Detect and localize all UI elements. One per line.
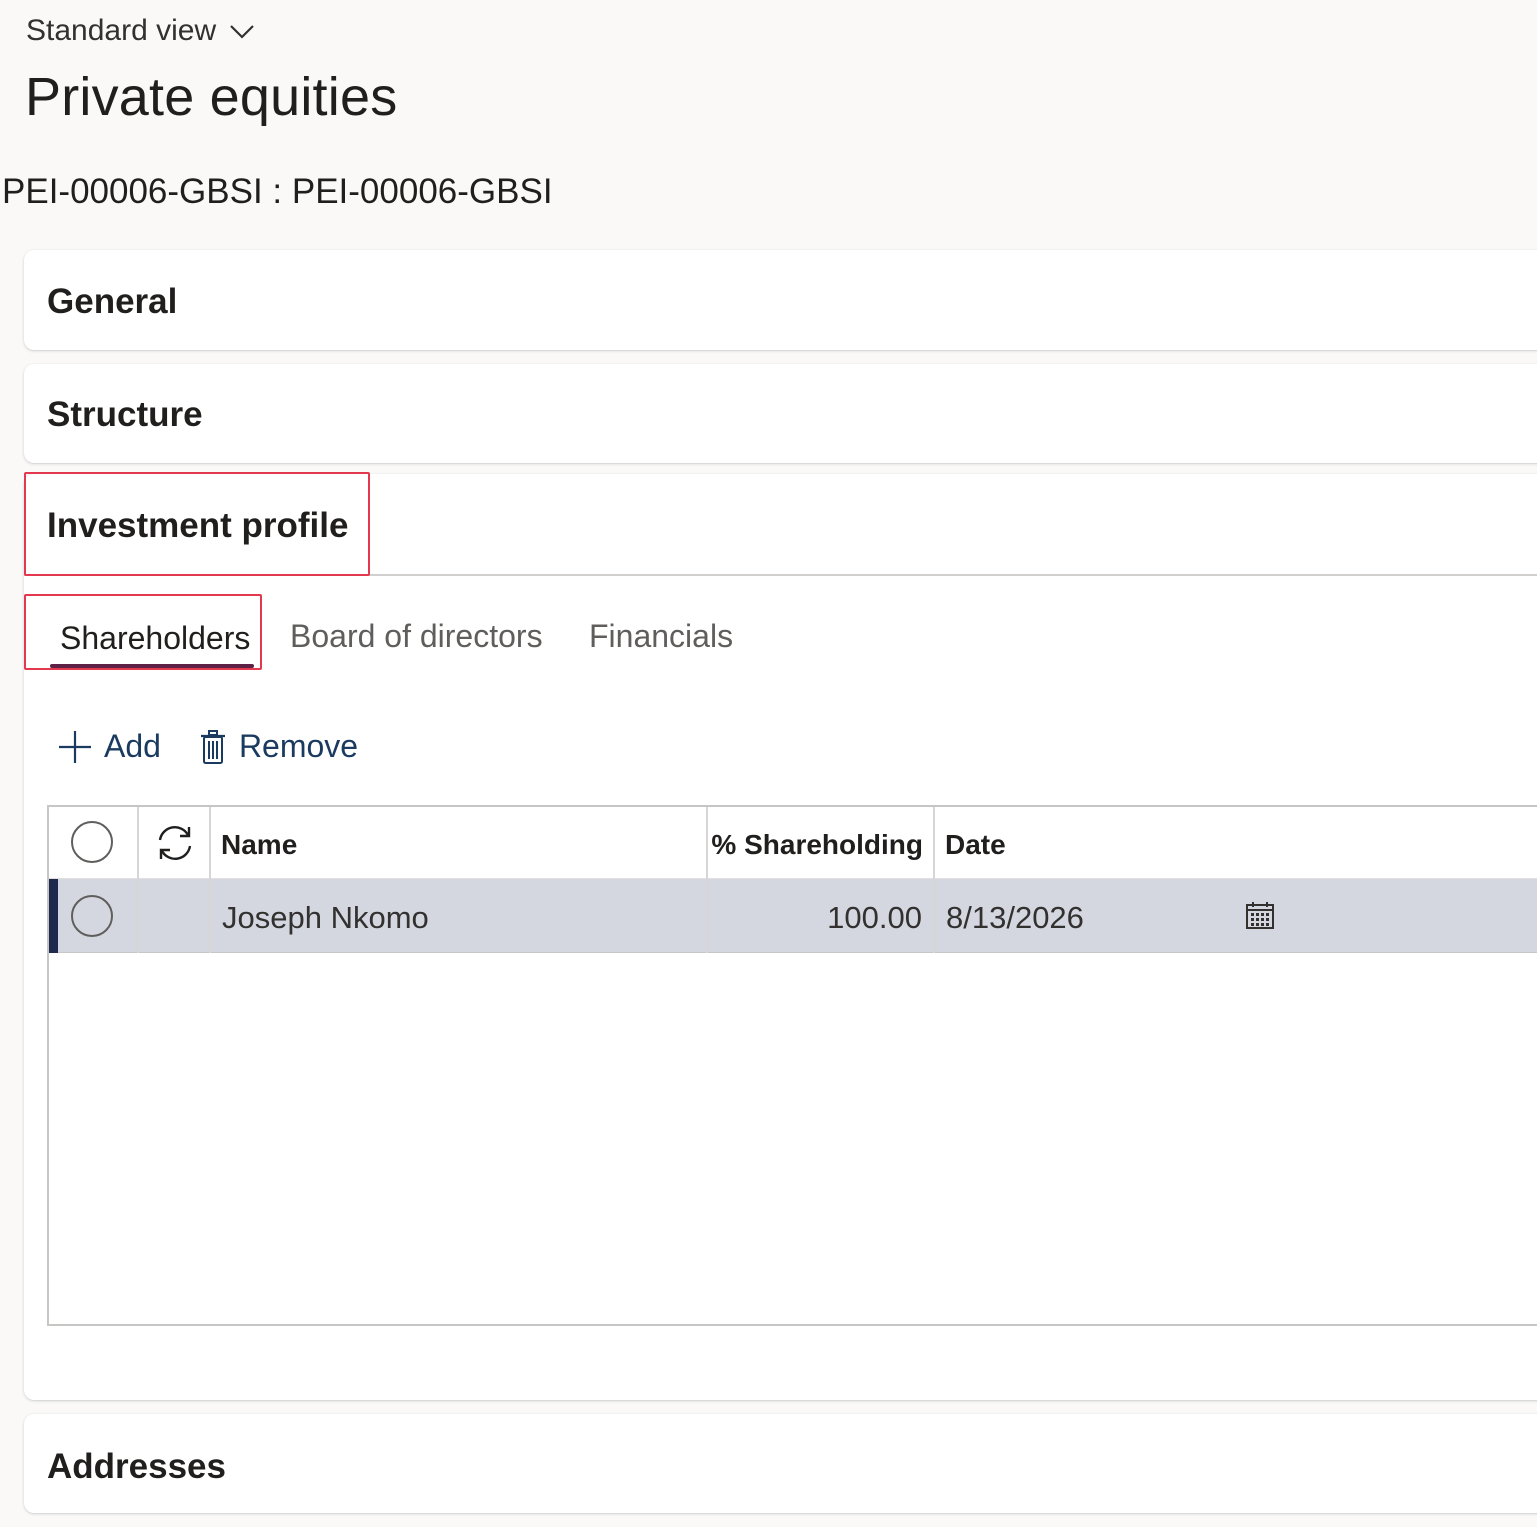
investment-profile-header-bar: Investment profile bbox=[24, 472, 1537, 576]
view-selector-label: Standard view bbox=[26, 14, 217, 47]
date-column-label: Date bbox=[945, 829, 1006, 860]
addresses-section-header[interactable]: Addresses bbox=[24, 1414, 1537, 1520]
grid-header-row: Name % Shareholding Date bbox=[49, 807, 1537, 879]
add-button[interactable]: Add bbox=[58, 728, 161, 765]
investment-profile-section-header[interactable]: Investment profile bbox=[24, 472, 370, 576]
general-section: General bbox=[24, 250, 1537, 350]
chevron-down-icon bbox=[230, 25, 254, 39]
name-cell[interactable]: Joseph Nkomo bbox=[211, 879, 708, 953]
add-button-label: Add bbox=[104, 728, 161, 764]
name-column-label: Name bbox=[221, 829, 298, 860]
tab-selected-indicator bbox=[50, 664, 254, 668]
record-identifier: PEI-00006-GBSI : PEI-00006-GBSI bbox=[2, 172, 553, 211]
shareholding-cell-value: 100.00 bbox=[827, 900, 922, 935]
investment-profile-section: Investment profile Shareholders Board of… bbox=[24, 472, 1537, 1400]
tab-financials[interactable]: Financials bbox=[589, 594, 733, 670]
date-column-header[interactable]: Date bbox=[935, 807, 1537, 879]
calendar-icon[interactable] bbox=[1245, 901, 1275, 931]
addresses-section: Addresses bbox=[24, 1414, 1537, 1513]
date-cell-value: 8/13/2026 bbox=[946, 900, 1084, 935]
row-status-cell bbox=[139, 879, 211, 953]
investment-profile-tabs: Shareholders Board of directors Financia… bbox=[24, 594, 1537, 670]
name-column-header[interactable]: Name bbox=[211, 807, 708, 879]
tab-shareholders[interactable]: Shareholders bbox=[24, 594, 262, 670]
structure-section-header[interactable]: Structure bbox=[24, 364, 1537, 466]
general-section-header[interactable]: General bbox=[24, 250, 1537, 354]
structure-section: Structure bbox=[24, 364, 1537, 463]
shareholding-cell[interactable]: 100.00 bbox=[708, 879, 935, 953]
select-all-column bbox=[49, 807, 139, 879]
shareholders-grid: Name % Shareholding Date Joseph Nkomo 10… bbox=[47, 805, 1537, 1326]
remove-button[interactable]: Remove bbox=[199, 728, 358, 765]
shareholding-column-header[interactable]: % Shareholding bbox=[708, 807, 935, 879]
tab-shareholders-label: Shareholders bbox=[60, 620, 251, 656]
page-title: Private equities bbox=[25, 67, 398, 127]
date-cell[interactable]: 8/13/2026 bbox=[935, 879, 1537, 953]
row-select-cell bbox=[49, 879, 139, 953]
refresh-column bbox=[139, 807, 211, 879]
plus-icon bbox=[59, 730, 91, 763]
name-cell-value: Joseph Nkomo bbox=[222, 900, 429, 935]
refresh-icon[interactable] bbox=[153, 821, 197, 865]
view-selector[interactable]: Standard view bbox=[26, 14, 256, 48]
table-row[interactable]: Joseph Nkomo 100.00 8/13/2026 bbox=[49, 879, 1537, 953]
grid-toolbar: Add Remove bbox=[58, 728, 358, 765]
tab-board-of-directors[interactable]: Board of directors bbox=[290, 594, 543, 670]
remove-button-label: Remove bbox=[238, 728, 359, 764]
shareholding-column-label: % Shareholding bbox=[711, 829, 923, 860]
page: Standard view Private equities PEI-00006… bbox=[0, 0, 1537, 1527]
trash-icon bbox=[200, 729, 225, 764]
row-select-radio[interactable] bbox=[71, 895, 113, 937]
select-all-radio[interactable] bbox=[71, 821, 113, 863]
